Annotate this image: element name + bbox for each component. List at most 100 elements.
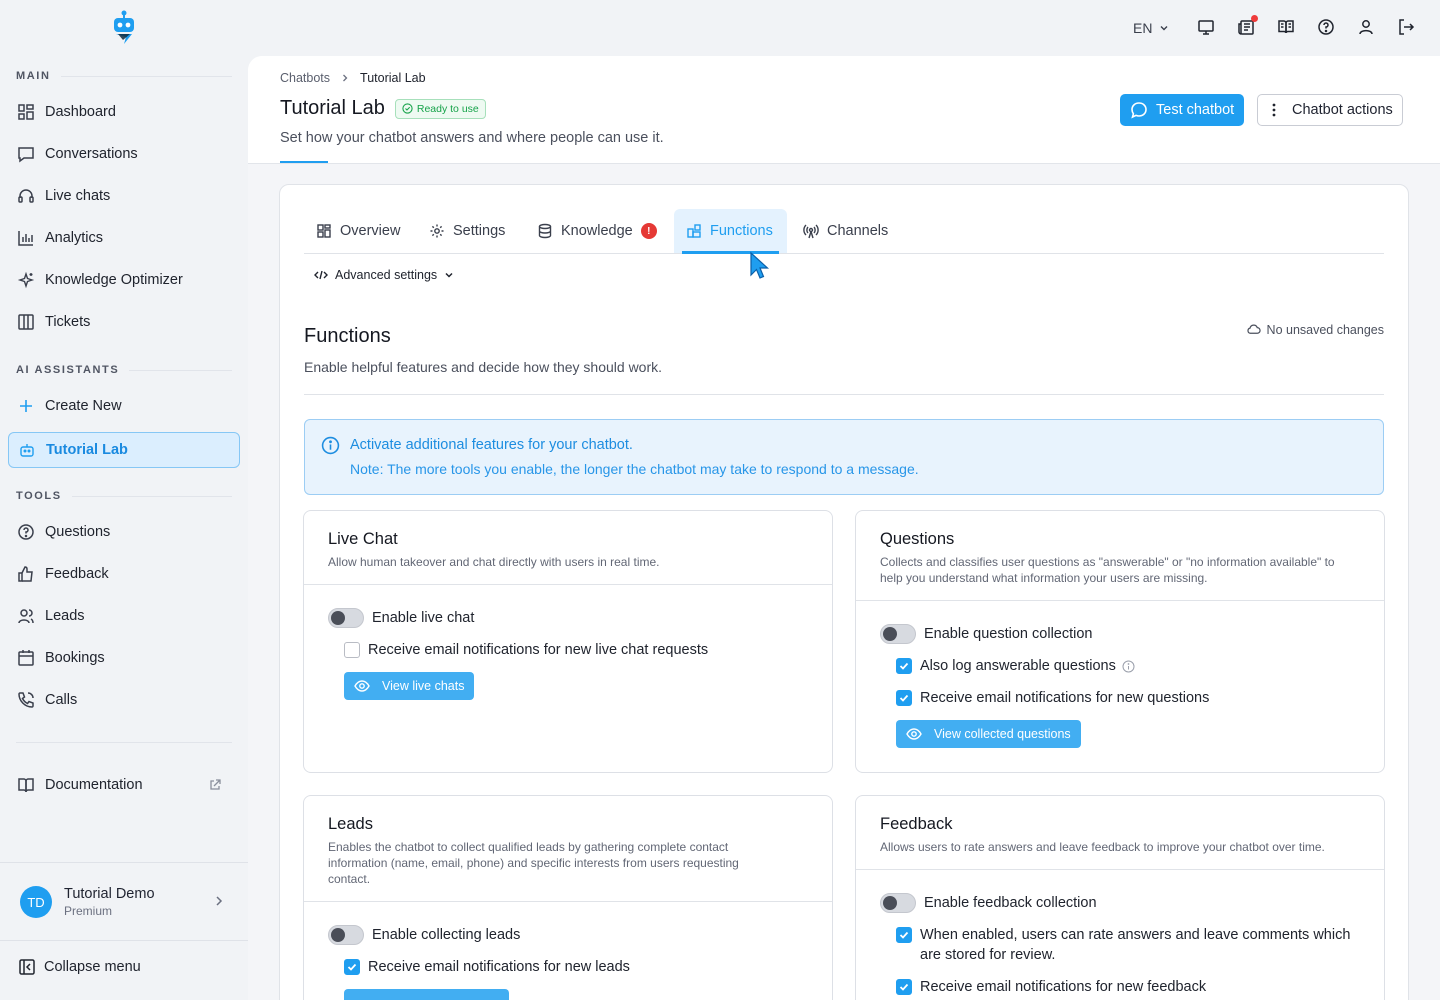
docs-button[interactable]	[1277, 18, 1297, 38]
logout-icon	[1399, 19, 1415, 35]
info-icon	[321, 436, 340, 455]
toggle-label: Enable live chat	[372, 610, 475, 626]
checkbox-label: Receive email notifications for new ques…	[920, 690, 1210, 706]
cloud-icon	[1246, 324, 1261, 334]
collapse-menu-label: Collapse menu	[44, 959, 141, 975]
sidebar-separator	[0, 862, 248, 863]
leads-email-checkbox[interactable]	[344, 959, 360, 975]
live-chat-toggle[interactable]	[328, 608, 364, 628]
sidebar-item-label: Tutorial Lab	[46, 442, 128, 458]
sidebar-item-feedback[interactable]: Feedback	[8, 557, 240, 591]
sidebar-item-analytics[interactable]: Analytics	[8, 221, 240, 255]
breadcrumb-current: Tutorial Lab	[360, 71, 426, 85]
advanced-settings-toggle[interactable]: Advanced settings	[314, 268, 455, 282]
section-ai-label: AI ASSISTANTS	[16, 364, 232, 376]
leads-card: Leads Enables the chatbot to collect qua…	[303, 795, 833, 1000]
sidebar-item-conversations[interactable]: Conversations	[8, 137, 240, 171]
language-selector[interactable]: EN	[1133, 20, 1170, 36]
tab-functions[interactable]: Functions	[674, 209, 787, 254]
topbar: EN	[248, 0, 1440, 56]
mouse-cursor-icon	[750, 251, 770, 279]
card-header: Questions Collects and classifies user q…	[856, 511, 1384, 601]
database-icon	[538, 223, 552, 239]
info-icon[interactable]	[1122, 660, 1135, 673]
feedback-rate-checkbox[interactable]	[896, 927, 912, 943]
sidebar-item-bookings[interactable]: Bookings	[8, 641, 240, 675]
test-chatbot-button[interactable]: Test chatbot	[1120, 94, 1245, 126]
questions-email-checkbox[interactable]	[896, 690, 912, 706]
log-answerable-row: Also log answerable questions	[880, 656, 1135, 676]
functions-title: Functions	[304, 325, 391, 347]
live-chat-email-checkbox[interactable]	[344, 642, 360, 658]
page-subtitle: Set how your chatbot answers and where p…	[280, 130, 664, 146]
sidebar-item-questions[interactable]: Questions	[8, 515, 240, 549]
headset-icon	[18, 189, 34, 203]
sidebar-item-knowledge-optimizer[interactable]: Knowledge Optimizer	[8, 263, 240, 297]
collapse-menu-button[interactable]: Collapse menu	[18, 958, 141, 976]
sidebar-item-label: Analytics	[45, 230, 104, 246]
sidebar-item-documentation[interactable]: Documentation	[8, 768, 240, 802]
feedback-email-checkbox[interactable]	[896, 979, 912, 995]
sidebar-separator	[0, 940, 248, 941]
sidebar-item-dashboard[interactable]: Dashboard	[8, 95, 240, 129]
users-icon	[18, 609, 34, 624]
view-live-chats-button[interactable]: View live chats	[344, 672, 475, 700]
card-header: Leads Enables the chatbot to collect qua…	[304, 796, 832, 902]
logout-button[interactable]	[1397, 18, 1417, 38]
sidebar-item-tutorial-lab[interactable]: Tutorial Lab	[8, 432, 240, 468]
sidebar-item-label: Questions	[45, 524, 111, 540]
info-banner: Activate additional features for your ch…	[304, 419, 1384, 495]
sidebar-item-create-new[interactable]: Create New	[8, 389, 240, 423]
tab-knowledge[interactable]: Knowledge !	[525, 209, 669, 253]
functions-card: Overview Settings Knowledge ! Functions …	[279, 184, 1409, 1000]
sidebar-item-calls[interactable]: Calls	[8, 683, 240, 717]
sidebar-item-live-chats[interactable]: Live chats	[8, 179, 240, 213]
button-label: View live chats	[382, 679, 465, 693]
questions-card: Questions Collects and classifies user q…	[855, 510, 1385, 773]
chatbot-actions-button[interactable]: Chatbot actions	[1257, 94, 1403, 126]
profile-button[interactable]	[1357, 18, 1377, 38]
news-button[interactable]	[1237, 15, 1258, 38]
avatar: TD	[20, 886, 52, 918]
sidebar-item-label: Calls	[45, 692, 78, 708]
check-icon	[899, 983, 909, 991]
bot-logo-icon[interactable]	[110, 10, 138, 46]
page-title: Tutorial Lab Ready to use	[280, 97, 486, 120]
questions-toggle-row: Enable question collection	[880, 624, 1092, 644]
help-button[interactable]	[1317, 18, 1337, 38]
tab-label: Functions	[710, 223, 773, 239]
tab-overview[interactable]: Overview	[304, 209, 412, 253]
sidebar-item-label: Knowledge Optimizer	[45, 272, 183, 288]
tab-channels[interactable]: Channels	[791, 209, 900, 253]
language-label: EN	[1133, 20, 1153, 36]
feedback-collection-toggle[interactable]	[880, 893, 916, 913]
view-collected-questions-button[interactable]: View collected questions	[896, 720, 1081, 748]
book-open-icon	[18, 778, 34, 793]
help-circle-icon	[1318, 19, 1334, 35]
gear-icon	[430, 224, 444, 238]
puzzle-icon	[687, 224, 701, 238]
view-collected-leads-button[interactable]	[344, 989, 509, 1000]
sidebar-item-label: Create New	[45, 398, 122, 414]
breadcrumb-link-chatbots[interactable]: Chatbots	[280, 71, 330, 85]
tab-settings[interactable]: Settings	[417, 209, 517, 253]
user-profile[interactable]: TD Tutorial Demo Premium	[0, 864, 248, 940]
checkbox-label: Also log answerable questions	[920, 658, 1116, 674]
log-answerable-checkbox[interactable]	[896, 658, 912, 674]
question-collection-toggle[interactable]	[880, 624, 916, 644]
card-description: Enables the chatbot to collect qualified…	[328, 840, 739, 886]
page-header: Chatbots Tutorial Lab Tutorial Lab Ready…	[248, 56, 1440, 164]
collect-leads-toggle[interactable]	[328, 925, 364, 945]
functions-subtitle: Enable helpful features and decide how t…	[304, 359, 663, 375]
broadcast-icon	[803, 224, 819, 239]
chevron-right-icon	[216, 896, 223, 906]
chatbot-actions-label: Chatbot actions	[1292, 102, 1393, 118]
card-title: Leads	[328, 815, 373, 833]
monitor-button[interactable]	[1197, 18, 1217, 38]
tab-label: Settings	[453, 223, 506, 239]
save-status-label: No unsaved changes	[1266, 322, 1384, 337]
external-link-icon	[210, 779, 221, 790]
sidebar-item-leads[interactable]: Leads	[8, 599, 240, 633]
sidebar-item-label: Feedback	[45, 566, 109, 582]
sidebar-item-tickets[interactable]: Tickets	[8, 305, 240, 339]
